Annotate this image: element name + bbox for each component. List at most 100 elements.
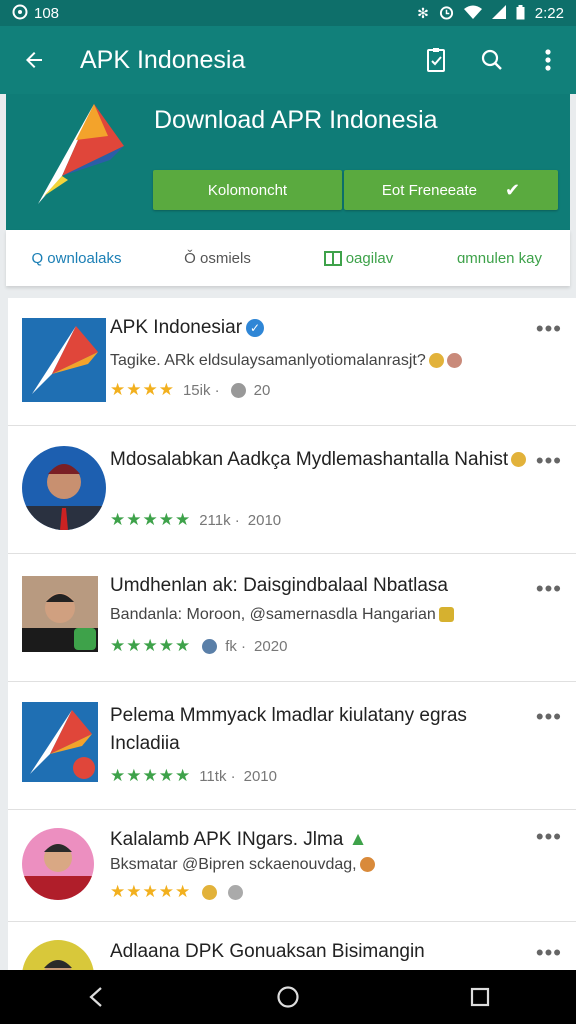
search-button[interactable] (464, 26, 520, 94)
emoji-icon (359, 857, 375, 873)
rating-stars: ★★★★★ (110, 636, 192, 655)
list-item-subtitle: Tagike. ARk eldsulaysamanlyotiomalanrasj… (110, 352, 532, 370)
emoji-icon (428, 353, 444, 369)
tab-models[interactable]: Ǒ osmiels (147, 250, 288, 267)
item-extra: 2010 (247, 511, 282, 529)
list-item-subtitle: Bksmatar @Bipren sckaenouvdag, (110, 856, 532, 874)
list-item-meta: ★★★★★ (110, 882, 244, 902)
window-icon (323, 250, 342, 266)
list-item-meta: ★★★★★ fk · 2020 (110, 636, 287, 656)
hero-title: Download APR Indonesia (154, 106, 438, 134)
emoji-icon (202, 884, 218, 900)
avatar (22, 576, 98, 652)
rating-stars: ★★★★ (110, 380, 175, 399)
notification-icon (12, 4, 28, 22)
apk-logo-icon (38, 104, 124, 204)
verified-icon: ✓ (246, 318, 265, 337)
status-bar: 108 ✻ 2:22 (0, 0, 576, 26)
item-extra: 2020 (254, 637, 288, 655)
emoji-icon (228, 884, 244, 900)
list-item-title: Kalalamb APK INgars. Jlma ▲ (110, 829, 368, 850)
rating-stars: ★★★★★ (110, 882, 192, 901)
search-icon (481, 49, 502, 70)
list-item[interactable]: APK Indonesiar ✓ Tagike. ARk eldsulaysama… (8, 298, 576, 426)
nav-home-button[interactable] (248, 970, 328, 1024)
back-arrow-icon (26, 52, 42, 68)
avatar (22, 940, 94, 970)
more-options-button[interactable] (520, 26, 576, 94)
badge-icon (438, 607, 454, 623)
rating-stars: ★★★★★ (110, 510, 192, 529)
coin-icon (230, 382, 246, 398)
list-item-title: APK Indonesiar ✓ (110, 314, 532, 342)
check-icon: ✔ (504, 179, 521, 200)
list-item[interactable]: Pelema Mmmyack lmadlar kiulatany egras I… (8, 682, 576, 810)
nav-back-icon (89, 987, 102, 1007)
app-bar-title: APK Indonesia (80, 45, 246, 74)
item-extra: 2010 (243, 767, 277, 785)
item-more-button[interactable]: ••• (536, 450, 562, 472)
battery-icon (516, 4, 525, 22)
clipboard-button[interactable] (408, 26, 464, 94)
item-more-button[interactable]: ••• (536, 318, 562, 340)
list-item-subtitle: Bandanla: Moroon, @samernasdla Hangarian (110, 606, 532, 624)
tab-downloads[interactable]: Q ownloalaks (6, 250, 147, 267)
avatar (22, 446, 106, 530)
download-count: 15ik · (182, 381, 220, 399)
tab-downloads-label: Q ownloalaks (31, 249, 122, 267)
download-count: 211k · (199, 511, 240, 529)
hero-secondary-button[interactable]: Eot Freneeate ✔ (344, 170, 558, 210)
list-item[interactable]: Mdosalabkan Aadkça Mydlemashantalla Nahi… (8, 426, 576, 554)
list-item[interactable]: Adlaana DPK Gonuaksan Bisimangin ••• (8, 922, 576, 970)
wifi-icon (463, 5, 482, 21)
tab-category-label: oagilav (345, 249, 394, 267)
app-bar: APK Indonesia (0, 26, 576, 94)
thumb-icon: ▲ (348, 829, 368, 850)
download-count: 11tk · (199, 767, 236, 785)
nav-home-icon (277, 986, 299, 1008)
bluetooth-icon: ✻ (417, 5, 429, 21)
nav-back-button[interactable] (56, 970, 136, 1024)
tab-category[interactable]: oagilav (288, 250, 429, 267)
more-vert-icon (545, 49, 551, 71)
nav-recents-icon (470, 987, 490, 1007)
item-more-button[interactable]: ••• (536, 942, 562, 964)
list-item-title: Adlaana DPK Gonuaksan Bisimangin (110, 941, 425, 962)
tab-models-label: Ǒ osmiels (184, 249, 251, 267)
list-item-title: Umdhenlan ak: Daisgindbalaal Nbatlasa (110, 575, 448, 596)
emoji-icon (511, 452, 527, 468)
item-more-button[interactable]: ••• (536, 826, 562, 848)
list-item-meta: ★★★★★ 211k · 2010 (110, 510, 281, 530)
list-item[interactable]: Kalalamb APK INgars. Jlma ▲ Bksmatar @Bi… (8, 810, 576, 922)
signal-icon (491, 5, 506, 21)
app-list: APK Indonesiar ✓ Tagike. ARk eldsulaysama… (8, 298, 576, 970)
tab-more[interactable]: ɑmnulen kay (429, 250, 570, 267)
emoji-icon (446, 353, 462, 369)
tab-bar: Q ownloalaks Ǒ osmiels oagilav ɑmnulen k… (6, 230, 570, 286)
item-more-button[interactable]: ••• (536, 578, 562, 600)
apk-app-icon (22, 702, 98, 782)
alarm-icon (439, 5, 454, 22)
download-count: fk · (225, 637, 247, 655)
status-time: 2:22 (534, 4, 564, 22)
back-button[interactable] (0, 26, 68, 94)
rating-stars: ★★★★★ (110, 766, 192, 785)
hero-primary-label: Kolomoncht (207, 181, 288, 199)
item-extra: 20 (253, 381, 271, 399)
hero-secondary-label: Eot Freneeate (381, 181, 477, 199)
nav-recents-button[interactable] (440, 970, 520, 1024)
list-item[interactable]: Umdhenlan ak: Daisgindbalaal Nbatlasa Ba… (8, 554, 576, 682)
system-nav-bar (0, 970, 576, 1024)
hero-banner: Download APR Indonesia Kolomoncht Eot Fr… (6, 94, 570, 230)
tab-more-label: ɑmnulen kay (456, 249, 543, 267)
coin-icon (202, 638, 218, 654)
list-item-title: Pelema Mmmyack lmadlar kiulatany egras I… (110, 705, 467, 754)
hero-primary-button[interactable]: Kolomoncht (153, 170, 342, 210)
list-item-meta: ★★★★★ 11tk · 2010 (110, 766, 277, 786)
clipboard-check-icon (427, 48, 445, 72)
status-left-text: 108 (34, 4, 60, 22)
list-item-title: Mdosalabkan Aadkça Mydlemashantalla Nahi… (110, 446, 532, 474)
avatar (22, 828, 94, 900)
item-more-button[interactable]: ••• (536, 706, 562, 728)
list-item-meta: ★★★★ 15ik · 20 (110, 380, 270, 400)
